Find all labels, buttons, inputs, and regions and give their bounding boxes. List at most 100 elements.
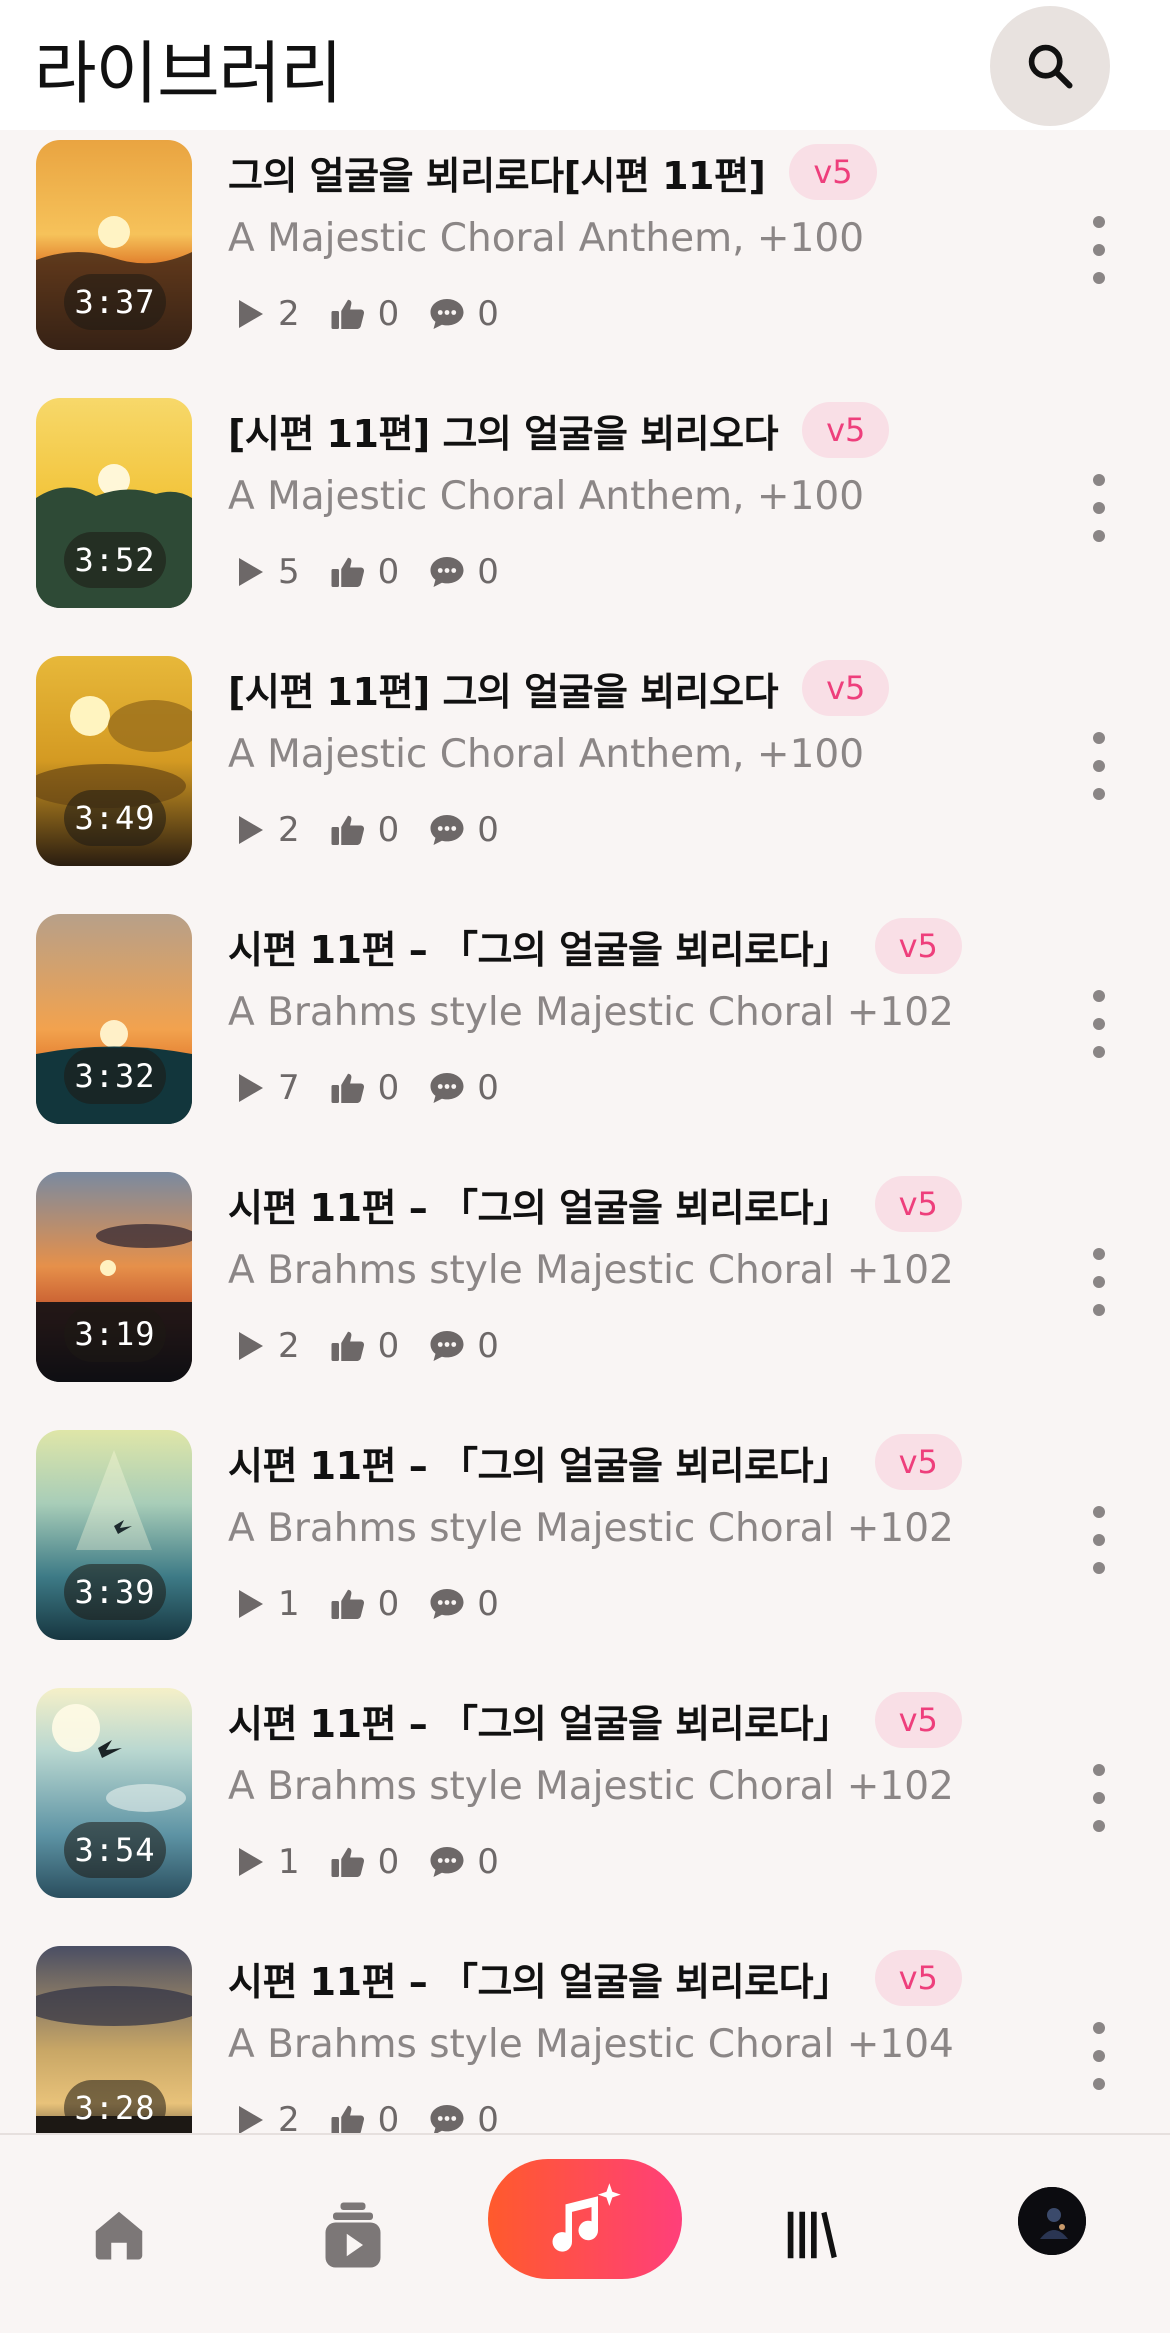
- like-count-value: 0: [377, 552, 400, 592]
- comment-button[interactable]: 0: [429, 1068, 499, 1108]
- version-badge: v5: [789, 144, 877, 200]
- search-button[interactable]: [990, 6, 1110, 126]
- comment-icon: [430, 299, 464, 329]
- play-count: 7: [236, 1068, 300, 1108]
- song-cover[interactable]: 3:49: [36, 656, 192, 866]
- comment-button[interactable]: 0: [429, 1326, 499, 1366]
- song-cover[interactable]: 3:54: [36, 1688, 192, 1898]
- library-icon: [787, 2211, 837, 2259]
- comment-button[interactable]: 0: [429, 294, 499, 334]
- create-button[interactable]: [488, 2159, 682, 2279]
- duration-badge: 3:32: [64, 1048, 166, 1104]
- comment-icon: [430, 1331, 464, 1361]
- like-button[interactable]: 0: [330, 2100, 400, 2133]
- more-vertical-icon[interactable]: [1082, 726, 1116, 806]
- more-vertical-icon[interactable]: [1082, 210, 1116, 290]
- song-row[interactable]: 3:19 시편 11편 – 「그의 얼굴을 뵈리로다」 v5 A Brahms sty…: [0, 1162, 1170, 1382]
- comment-button[interactable]: 0: [429, 1584, 499, 1624]
- song-stats: 1 0 0: [236, 1840, 529, 1884]
- like-button[interactable]: 0: [330, 552, 400, 592]
- comment-button[interactable]: 0: [429, 1842, 499, 1882]
- play-count: 2: [236, 2100, 300, 2133]
- nav-library[interactable]: [776, 2185, 846, 2285]
- song-title[interactable]: [시편 11편] 그의 얼굴을 뵈리오다: [228, 661, 779, 716]
- profile-avatar[interactable]: [1018, 2187, 1086, 2255]
- comment-icon: [430, 557, 464, 587]
- song-style[interactable]: A Brahms style Majestic Choral +102: [228, 1764, 954, 1809]
- more-dot: [1093, 502, 1105, 514]
- song-cover[interactable]: 3:37: [36, 140, 192, 350]
- more-vertical-icon[interactable]: [1082, 468, 1116, 548]
- more-dot: [1093, 760, 1105, 772]
- song-cover[interactable]: 3:52: [36, 398, 192, 608]
- comment-button[interactable]: 0: [429, 552, 499, 592]
- more-dot: [1093, 1276, 1105, 1288]
- more-dot: [1093, 1764, 1105, 1776]
- more-vertical-icon[interactable]: [1082, 1500, 1116, 1580]
- comment-icon: [430, 1847, 464, 1877]
- duration-badge: 3:37: [64, 274, 166, 330]
- song-row[interactable]: 3:54 시편 11편 – 「그의 얼굴을 뵈리로다」 v5 A Brahms sty…: [0, 1678, 1170, 1898]
- song-row[interactable]: 3:37 그의 얼굴을 뵈리로다[시편 11편] v5 A Majestic Chor…: [0, 130, 1170, 350]
- song-title[interactable]: 시편 11편 – 「그의 얼굴을 뵈리로다」: [228, 1693, 851, 1748]
- like-button[interactable]: 0: [330, 294, 399, 334]
- like-button[interactable]: 0: [330, 1584, 399, 1624]
- song-cover[interactable]: 3:32: [36, 914, 192, 1124]
- nav-feed[interactable]: [318, 2185, 388, 2285]
- more-vertical-icon[interactable]: [1082, 984, 1116, 1064]
- song-style[interactable]: A Brahms style Majestic Choral +104: [228, 2022, 954, 2067]
- song-style[interactable]: A Brahms style Majestic Choral +102: [228, 1248, 954, 1293]
- more-vertical-icon[interactable]: [1082, 1242, 1116, 1322]
- song-cover[interactable]: 3:19: [36, 1172, 192, 1382]
- more-dot: [1093, 1506, 1105, 1518]
- like-button[interactable]: 0: [330, 810, 400, 850]
- song-title[interactable]: 시편 11편 – 「그의 얼굴을 뵈리로다」: [228, 1951, 851, 2006]
- song-cover[interactable]: 3:39: [36, 1430, 192, 1640]
- song-style[interactable]: A Brahms style Majestic Choral +102: [228, 1506, 954, 1551]
- like-count-value: 0: [377, 1842, 400, 1882]
- song-style[interactable]: A Majestic Choral Anthem, +100: [228, 216, 864, 261]
- like-count-value: 0: [377, 810, 400, 850]
- song-title[interactable]: [시편 11편] 그의 얼굴을 뵈리오다: [228, 403, 779, 458]
- song-style[interactable]: A Majestic Choral Anthem, +100: [228, 474, 864, 519]
- search-icon: [1028, 44, 1073, 89]
- more-dot: [1093, 530, 1105, 542]
- song-title[interactable]: 그의 얼굴을 뵈리로다[시편 11편]: [228, 145, 766, 200]
- song-row[interactable]: 3:52 [시편 11편] 그의 얼굴을 뵈리오다 v5 A Majestic Cho…: [0, 388, 1170, 608]
- thumbs-up-icon: [331, 1847, 364, 1877]
- thumbs-up-icon: [331, 1331, 364, 1361]
- more-dot: [1093, 788, 1105, 800]
- song-title[interactable]: 시편 11편 – 「그의 얼굴을 뵈리로다」: [228, 1435, 851, 1490]
- like-button[interactable]: 0: [330, 1842, 400, 1882]
- duration-badge: 3:28: [64, 2080, 166, 2133]
- duration-badge: 3:39: [64, 1564, 166, 1620]
- thumbs-up-icon: [331, 1589, 364, 1619]
- nav-home[interactable]: [84, 2185, 154, 2285]
- song-title[interactable]: 시편 11편 – 「그의 얼굴을 뵈리로다」: [228, 919, 851, 974]
- home-icon: [95, 2211, 143, 2260]
- more-vertical-icon[interactable]: [1082, 1758, 1116, 1838]
- song-list: 3:37 그의 얼굴을 뵈리로다[시편 11편] v5 A Majestic Chor…: [0, 130, 1170, 2133]
- song-row[interactable]: 3:32 시편 11편 – 「그의 얼굴을 뵈리로다」 v5 A Brahms sty…: [0, 904, 1170, 1124]
- song-row[interactable]: 3:49 [시편 11편] 그의 얼굴을 뵈리오다 v5 A Majestic Cho…: [0, 646, 1170, 866]
- song-style[interactable]: A Brahms style Majestic Choral +102: [228, 990, 954, 1035]
- like-count-value: 0: [377, 2100, 400, 2133]
- like-button[interactable]: 0: [330, 1326, 399, 1366]
- song-style[interactable]: A Majestic Choral Anthem, +100: [228, 732, 864, 777]
- more-dot: [1093, 1792, 1105, 1804]
- play-count-value: 2: [278, 294, 300, 334]
- play-count: 2: [236, 810, 300, 850]
- like-button[interactable]: 0: [330, 1068, 400, 1108]
- comment-button[interactable]: 0: [429, 2100, 499, 2133]
- song-row[interactable]: 3:39 시편 11편 – 「그의 얼굴을 뵈리로다」 v5 A Brahms sty…: [0, 1420, 1170, 1640]
- comment-button[interactable]: 0: [429, 810, 499, 850]
- like-count-value: 0: [377, 1068, 400, 1108]
- song-row[interactable]: 3:28 시편 11편 – 「그의 얼굴을 뵈리로다」 v5 A Brahms sty…: [0, 1936, 1170, 2133]
- version-badge: v5: [874, 1950, 962, 2006]
- song-title[interactable]: 시편 11편 – 「그의 얼굴을 뵈리로다」: [228, 1177, 851, 1232]
- more-vertical-icon[interactable]: [1082, 2016, 1116, 2096]
- more-dot: [1093, 244, 1105, 256]
- more-dot: [1093, 216, 1105, 228]
- song-stats: 2 0 0: [236, 292, 529, 336]
- song-cover[interactable]: 3:28: [36, 1946, 192, 2133]
